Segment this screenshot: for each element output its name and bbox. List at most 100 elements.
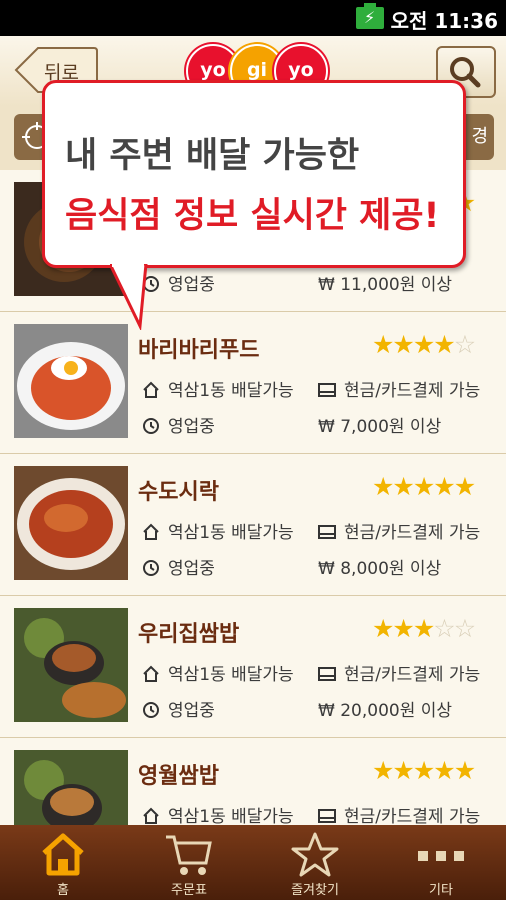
food-photo — [14, 608, 128, 722]
min-order-text: 11,000원 이상 — [340, 275, 453, 295]
delivery-area: 역삼1동 배달가능 — [142, 518, 294, 543]
won-icon: ₩ — [318, 275, 335, 295]
house-icon — [143, 381, 159, 398]
filled-star-icon: ★ — [412, 330, 435, 359]
tab-label: 즐겨찾기 — [291, 883, 339, 898]
open-status: 영업중 — [142, 696, 215, 721]
open-status: 영업중 — [142, 270, 215, 295]
filled-star-icon: ★ — [392, 756, 414, 785]
more-icon — [418, 851, 464, 861]
min-order-text: 8,000원 이상 — [340, 559, 442, 579]
area-text: 역삼1동 배달가능 — [168, 381, 294, 401]
tab-order[interactable]: 주문표 — [126, 825, 252, 900]
restaurant-row[interactable]: 우리집쌈밥 ★★★☆☆ 역삼1동 배달가능 현금/카드결제 가능 영업중 ₩ 2… — [0, 596, 506, 738]
min-order: ₩ 20,000원 이상 — [318, 696, 452, 721]
house-icon — [143, 807, 159, 824]
battery-icon: ⚡ — [356, 3, 384, 29]
won-icon: ₩ — [318, 417, 335, 437]
area-text: 역삼1동 배달가능 — [168, 665, 294, 685]
payment-text: 현금/카드결제 가능 — [344, 381, 481, 401]
min-order: ₩ 7,000원 이상 — [318, 412, 441, 437]
food-photo — [14, 466, 128, 580]
won-icon: ₩ — [318, 701, 335, 721]
payment-text: 현금/카드결제 가능 — [344, 665, 481, 685]
restaurant-row[interactable]: 영월쌈밥 ★★★★★ 역삼1동 배달가능 현금/카드결제 가능 — [0, 738, 506, 825]
restaurant-name: 영월쌈밥 — [138, 764, 219, 789]
open-status: 영업중 — [142, 412, 215, 437]
rating-stars: ★★★★☆ — [372, 330, 476, 359]
filled-star-icon: ★ — [453, 472, 476, 501]
house-icon — [143, 665, 159, 682]
callout-tail — [110, 264, 148, 330]
tab-home[interactable]: 홈 — [0, 825, 126, 900]
card-icon — [318, 383, 336, 397]
card-icon — [318, 809, 336, 823]
tab-label: 기타 — [429, 883, 453, 898]
payment-info: 현금/카드결제 가능 — [318, 376, 480, 401]
status-bar: ⚡ 오전 11:36 — [0, 0, 506, 36]
tab-more[interactable]: 기타 — [378, 825, 504, 900]
min-order-text: 20,000원 이상 — [340, 701, 453, 721]
empty-star-icon: ☆ — [433, 614, 455, 643]
filled-star-icon: ★ — [372, 756, 394, 785]
rating-stars: ★★★☆☆ — [372, 614, 476, 643]
restaurant-name: 바리바리푸드 — [138, 338, 260, 363]
min-order: ₩ 8,000원 이상 — [318, 554, 441, 579]
restaurant-row[interactable]: 바리바리푸드 ★★★★☆ 역삼1동 배달가능 현금/카드결제 가능 영업중 ₩ … — [0, 312, 506, 454]
callout-box: 내 주변 배달 가능한 음식점 정보 실시간 제공! — [42, 80, 466, 268]
min-order: ₩ 11,000원 이상 — [318, 270, 452, 295]
cart-icon — [166, 835, 212, 875]
open-status: 영업중 — [142, 554, 215, 579]
filled-star-icon: ★ — [433, 330, 455, 359]
house-icon — [143, 523, 159, 540]
payment-info: 현금/카드결제 가능 — [318, 802, 480, 825]
filled-star-icon: ★ — [372, 614, 394, 643]
callout-line-2: 음식점 정보 실시간 제공! — [65, 196, 440, 236]
tab-label: 홈 — [57, 883, 69, 898]
empty-star-icon: ☆ — [453, 614, 476, 643]
card-icon — [318, 525, 336, 539]
filled-star-icon: ★ — [412, 614, 435, 643]
tab-favorites[interactable]: 즐겨찾기 — [252, 825, 378, 900]
filled-star-icon: ★ — [412, 756, 435, 785]
filled-star-icon: ★ — [372, 330, 394, 359]
filled-star-icon: ★ — [392, 472, 414, 501]
clock: 오전 11:36 — [390, 9, 498, 33]
delivery-area: 역삼1동 배달가능 — [142, 802, 294, 825]
filled-star-icon: ★ — [433, 472, 455, 501]
won-icon: ₩ — [318, 559, 335, 579]
payment-info: 현금/카드결제 가능 — [318, 660, 480, 685]
area-text: 역삼1동 배달가능 — [168, 807, 294, 825]
filled-star-icon: ★ — [453, 756, 476, 785]
delivery-area: 역삼1동 배달가능 — [142, 660, 294, 685]
restaurant-name: 수도시락 — [138, 480, 219, 505]
filled-star-icon: ★ — [372, 472, 394, 501]
promo-callout: 내 주변 배달 가능한 음식점 정보 실시간 제공! — [42, 80, 466, 330]
filled-star-icon: ★ — [392, 614, 414, 643]
food-photo — [14, 324, 128, 438]
home-icon — [42, 833, 84, 876]
payment-text: 현금/카드결제 가능 — [344, 523, 481, 543]
status-text: 영업중 — [168, 701, 215, 721]
area-text: 역삼1동 배달가능 — [168, 523, 294, 543]
status-text: 영업중 — [168, 275, 215, 295]
filled-star-icon: ★ — [412, 472, 435, 501]
restaurant-row[interactable]: 수도시락 ★★★★★ 역삼1동 배달가능 현금/카드결제 가능 영업중 ₩ 8,… — [0, 454, 506, 596]
callout-line-1: 내 주변 배달 가능한 — [65, 136, 360, 176]
delivery-area: 역삼1동 배달가능 — [142, 376, 294, 401]
tab-label: 주문표 — [171, 883, 207, 898]
status-text: 영업중 — [168, 417, 215, 437]
filled-star-icon: ★ — [433, 756, 455, 785]
bottom-tab-bar: 홈 주문표 즐겨찾기 기타 — [0, 825, 506, 900]
status-text: 영업중 — [168, 559, 215, 579]
payment-text: 현금/카드결제 가능 — [344, 807, 481, 825]
food-photo — [14, 750, 128, 825]
star-icon — [291, 832, 339, 877]
rating-stars: ★★★★★ — [372, 756, 476, 785]
empty-star-icon: ☆ — [453, 330, 476, 359]
payment-info: 현금/카드결제 가능 — [318, 518, 480, 543]
min-order-text: 7,000원 이상 — [340, 417, 442, 437]
clock-icon — [143, 418, 159, 434]
clock-icon — [143, 702, 159, 718]
card-icon — [318, 667, 336, 681]
